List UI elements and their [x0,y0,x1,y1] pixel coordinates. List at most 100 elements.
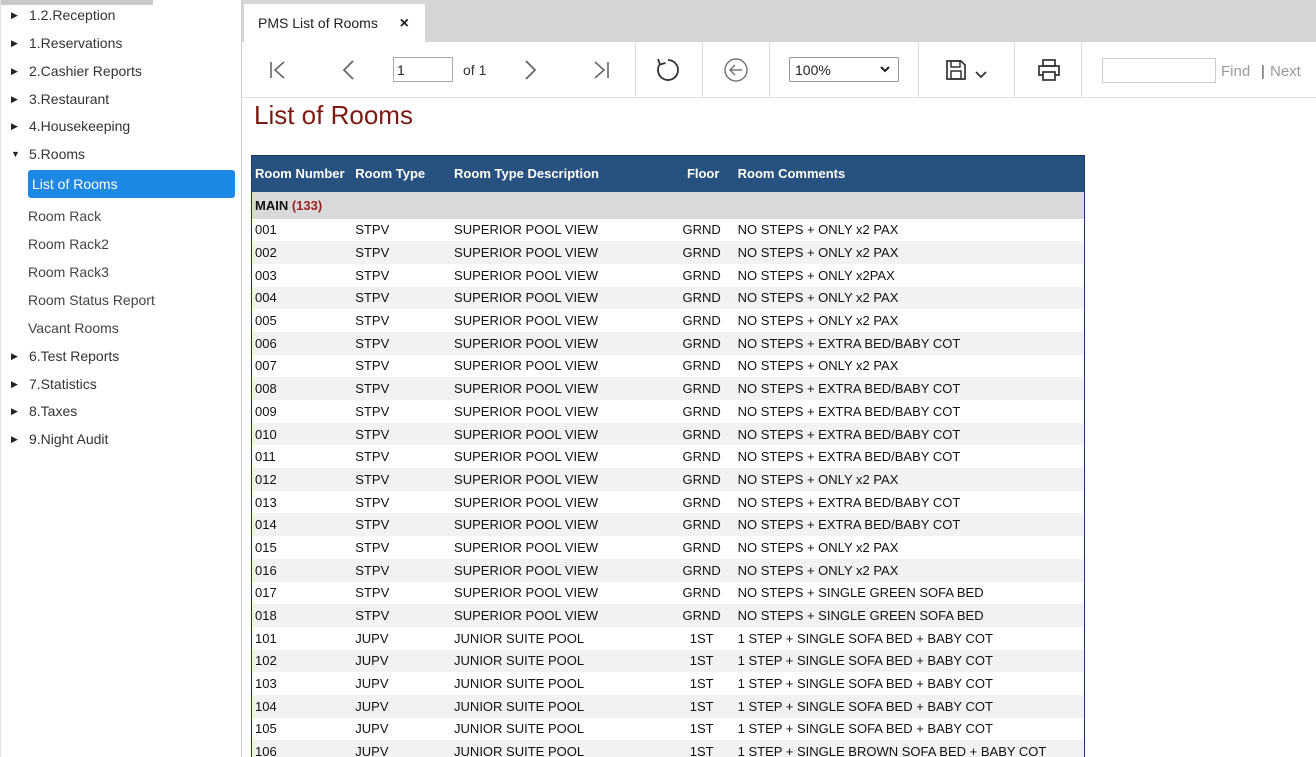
cell-room-type-description: SUPERIOR POOL VIEW [454,267,599,283]
cell-floor: GRND [668,422,735,446]
cell-room-number: 005 [251,309,353,332]
cell-floor: GRND [682,358,721,374]
save-dropdown-chevron-icon[interactable] [971,60,991,88]
caret-down-icon[interactable]: ▼ [11,149,25,159]
cell-room-comments: NO STEPS + EXTRA BED/BABY COT [734,513,1085,537]
sidebar-subitem-vacant-rooms[interactable]: Vacant Rooms [28,317,119,339]
cell-room-number: 007 [251,354,353,378]
close-icon[interactable]: × [400,15,409,33]
find-input[interactable] [1102,58,1216,83]
sidebar-subitem-room-status-report[interactable]: Room Status Report [28,289,155,311]
sidebar-subitem-room-rack2[interactable]: Room Rack2 [28,233,109,255]
table-row: 006 STPV SUPERIOR POOL VIEW GRND NO STEPS + … [251,331,1085,355]
zoom-select[interactable]: 100% [789,57,899,82]
cell-floor: 1ST [668,740,735,757]
cell-room-type: STPV [352,422,452,446]
prev-page-icon[interactable] [335,56,363,84]
cell-room-number: 009 [251,400,353,423]
sidebar-item-9-night-audit[interactable]: ▶ 9.Night Audit [1,428,108,450]
sidebar-subitem-room-rack[interactable]: Room Rack [28,205,101,227]
last-page-icon[interactable] [587,56,615,84]
cell-room-type-description: SUPERIOR POOL VIEW [454,403,599,419]
save-icon[interactable] [942,56,970,84]
print-icon[interactable] [1035,56,1063,84]
cell-room-comments: NO STEPS + ONLY x2 PAX [734,354,1085,378]
sidebar-item-6-test-reports[interactable]: ▶ 6.Test Reports [1,345,119,367]
cell-room-comments: NO STEPS + ONLY x2 PAX [734,309,1085,332]
table-row: 017 STPV SUPERIOR POOL VIEW GRND NO STEPS + … [251,581,1085,605]
column-header-room-type: Room Type [352,155,452,192]
cell-floor: GRND [668,558,735,582]
caret-right-icon[interactable]: ▶ [11,121,25,132]
find-next-separator: | [1261,63,1265,80]
back-icon[interactable] [722,56,750,84]
sidebar-item-2-cashier-reports[interactable]: ▶ 2.Cashier Reports [1,60,142,82]
page-number-input[interactable] [393,57,453,82]
cell-room-comments: NO STEPS + ONLY x2 PAX [734,468,1085,491]
cell-room-type: STPV [352,377,452,400]
rooms-table: Room Number Room Type Room Type Descript… [251,155,1085,757]
column-header-floor: Floor [668,155,735,192]
table-row: 008 STPV SUPERIOR POOL VIEW GRND NO STEPS + … [251,377,1085,400]
cell-room-type: STPV [352,558,452,582]
table-row: 012 STPV SUPERIOR POOL VIEW GRND NO STEPS + … [251,468,1085,491]
sidebar-item-1-2-reception[interactable]: ▶ 1.2.Reception [1,4,115,26]
sidebar-subitem-room-rack3[interactable]: Room Rack3 [28,261,109,283]
cell-room-number: 013 [251,490,353,514]
caret-right-icon[interactable]: ▶ [11,351,25,362]
table-row: 007 STPV SUPERIOR POOL VIEW GRND NO STEPS + … [251,354,1085,378]
sidebar-subitem-list-of-rooms[interactable]: List of Rooms [28,170,235,198]
table-row: 004 STPV SUPERIOR POOL VIEW GRND NO STEPS + … [251,286,1085,310]
cell-room-type-description: SUPERIOR POOL VIEW [454,358,599,374]
sidebar-item-label: 3.Restaurant [29,91,110,107]
caret-right-icon[interactable]: ▶ [11,406,25,417]
caret-right-icon[interactable]: ▶ [11,10,25,21]
cell-room-comments: NO STEPS + SINGLE GREEN SOFA BED [734,581,1085,605]
cell-room-type-description: SUPERIOR POOL VIEW [451,468,669,491]
cell-room-type: STPV [355,539,390,555]
next-page-icon[interactable] [516,56,544,84]
cell-floor: 1ST [689,721,714,737]
toolbar-divider [918,42,919,98]
cell-room-type-description: JUNIOR SUITE POOL [451,694,669,718]
sidebar-item-5-rooms[interactable]: ▼ 5.Rooms [1,143,85,165]
cell-room-comments: NO STEPS + ONLY x2PAX [734,263,1085,287]
caret-right-icon[interactable]: ▶ [11,38,25,49]
caret-right-icon[interactable]: ▶ [11,66,25,77]
sidebar-item-label: 4.Housekeeping [29,118,131,134]
cell-room-type: STPV [355,449,390,465]
next-link[interactable]: Next [1270,63,1301,80]
cell-room-number: 008 [251,377,353,400]
toolbar-divider [769,42,770,98]
column-header-room-type-description: Room Type Description [451,155,669,192]
cell-room-type-description: JUNIOR SUITE POOL [451,740,669,757]
caret-right-icon[interactable]: ▶ [11,434,25,445]
cell-room-type: STPV [352,513,452,537]
sidebar-item-8-taxes[interactable]: ▶ 8.Taxes [1,400,77,422]
sidebar-item-7-statistics[interactable]: ▶ 7.Statistics [1,373,97,395]
table-row: 003 STPV SUPERIOR POOL VIEW GRND NO STEPS + … [251,263,1085,287]
cell-room-type: STPV [355,267,390,283]
table-row: 011 STPV SUPERIOR POOL VIEW GRND NO STEPS + … [251,445,1085,469]
cell-room-number: 017 [251,581,353,605]
sidebar-item-1-reservations[interactable]: ▶ 1.Reservations [1,32,122,54]
table-row: 005 STPV SUPERIOR POOL VIEW GRND NO STEPS + … [251,309,1085,332]
sidebar-item-3-restaurant[interactable]: ▶ 3.Restaurant [1,88,109,110]
first-page-icon[interactable] [264,56,292,84]
cell-room-comments: NO STEPS + EXTRA BED/BABY COT [734,400,1085,423]
tab-pms-list-of-rooms[interactable]: PMS List of Rooms × [244,4,425,42]
cell-room-comments: NO STEPS + SINGLE GREEN SOFA BED [734,604,1085,627]
table-row: 010 STPV SUPERIOR POOL VIEW GRND NO STEPS + … [251,422,1085,446]
cell-room-comments: NO STEPS + ONLY x2 PAX [734,218,1085,242]
caret-right-icon[interactable]: ▶ [11,94,25,105]
cell-room-number: 011 [251,445,353,469]
find-link[interactable]: Find [1221,63,1250,80]
cell-room-number: 105 [251,717,353,741]
cell-room-type-description: SUPERIOR POOL VIEW [451,331,669,355]
cell-room-type-description: SUPERIOR POOL VIEW [451,604,669,627]
caret-right-icon[interactable]: ▶ [11,379,25,390]
sidebar-item-4-housekeeping[interactable]: ▶ 4.Housekeeping [1,115,130,137]
cell-room-comments: NO STEPS + EXTRA BED/BABY COT [734,445,1085,469]
tab-label: PMS List of Rooms [258,15,378,31]
refresh-icon[interactable] [654,56,682,84]
